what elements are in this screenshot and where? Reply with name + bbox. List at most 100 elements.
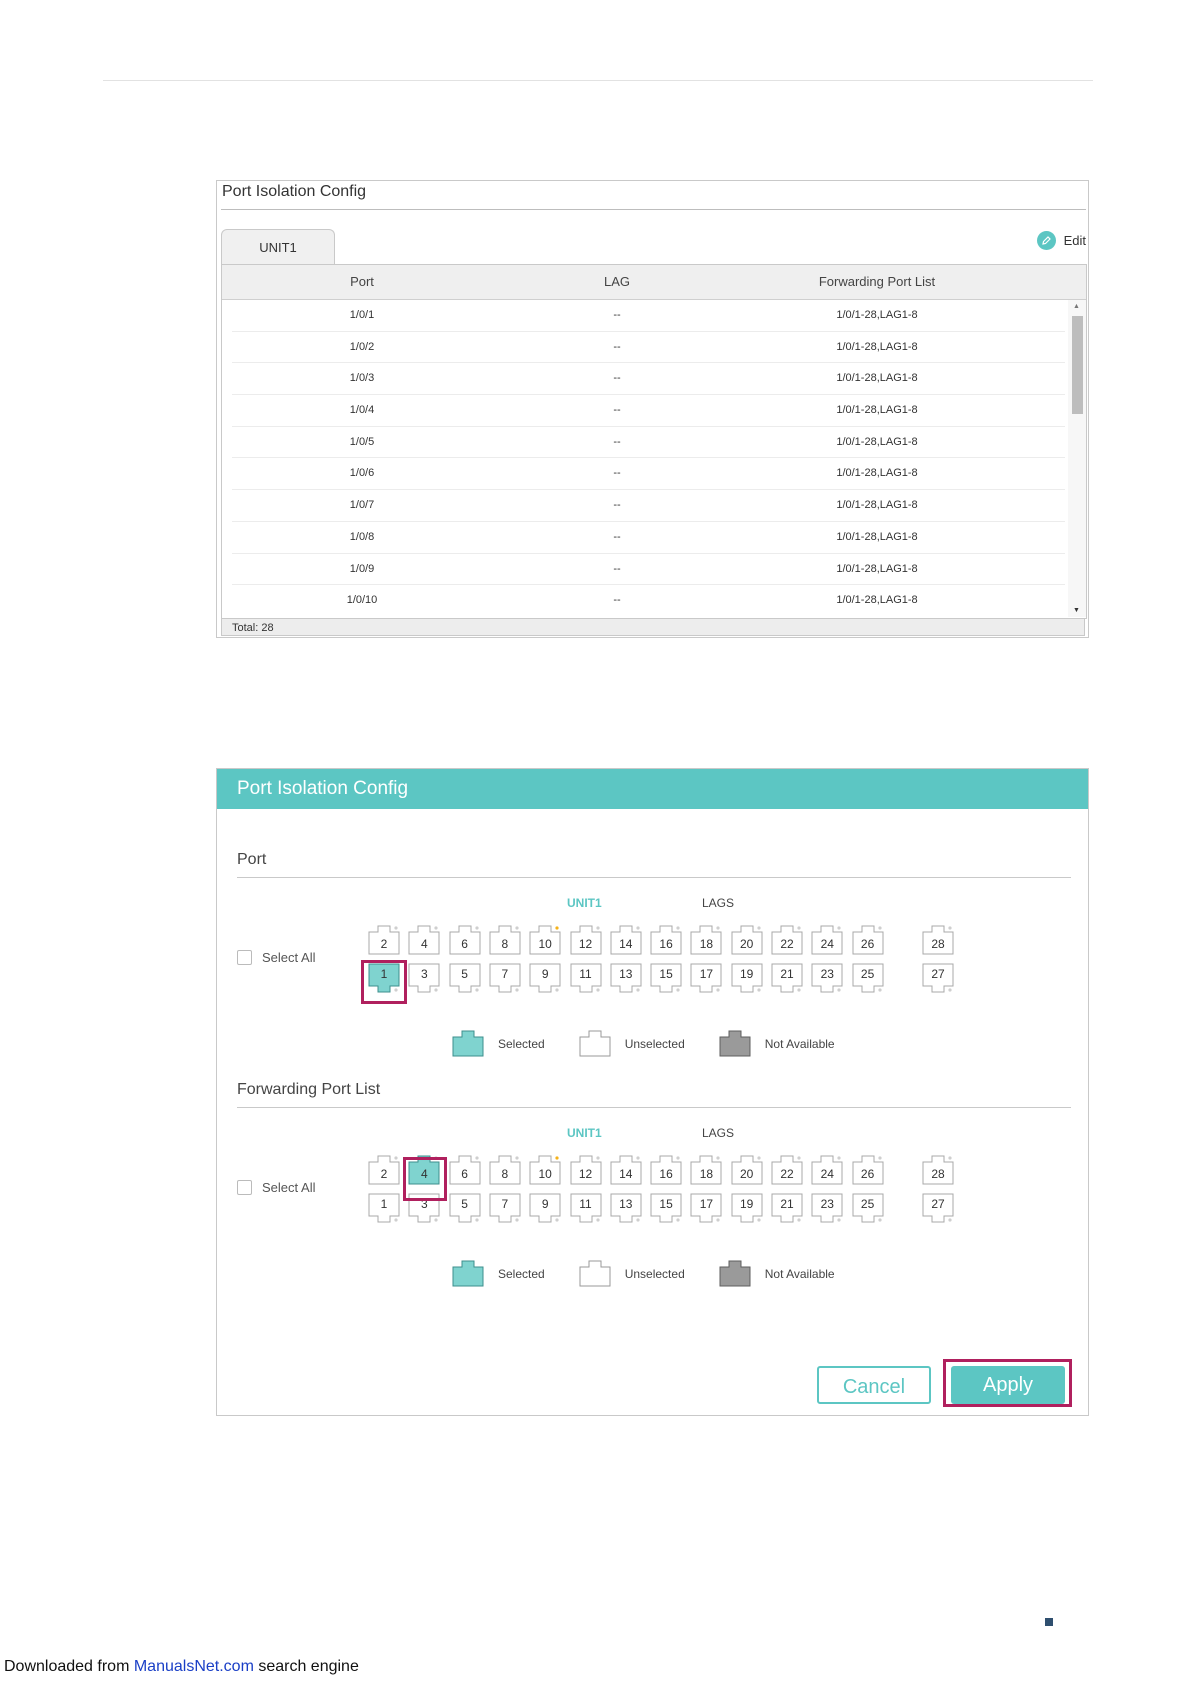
port-21[interactable]: 21 bbox=[771, 963, 803, 995]
port-7[interactable]: 7 bbox=[489, 1193, 521, 1225]
port-6[interactable]: 6 bbox=[449, 925, 481, 957]
port-number: 9 bbox=[541, 967, 549, 981]
port-12[interactable]: 12 bbox=[570, 925, 602, 957]
port-19[interactable]: 19 bbox=[731, 1193, 763, 1225]
port-11[interactable]: 11 bbox=[570, 963, 602, 995]
select-all-checkbox[interactable] bbox=[237, 1180, 252, 1195]
port-25[interactable]: 25 bbox=[852, 963, 884, 995]
table-body: 1/0/1 -- 1/0/1-28,LAG1-8 1/0/2 -- 1/0/1-28,L… bbox=[222, 300, 1065, 616]
port-15[interactable]: 15 bbox=[650, 1193, 682, 1225]
port-13[interactable]: 13 bbox=[610, 963, 642, 995]
port-2[interactable]: 2 bbox=[368, 1155, 400, 1187]
edit-button[interactable]: Edit bbox=[1036, 231, 1086, 250]
table-row[interactable]: 1/0/1 -- 1/0/1-28,LAG1-8 bbox=[232, 300, 1065, 332]
port-27[interactable]: 27 bbox=[922, 963, 954, 995]
port-number: 11 bbox=[579, 967, 592, 981]
port-number: 22 bbox=[780, 937, 794, 951]
port-14[interactable]: 14 bbox=[610, 925, 642, 957]
table-row[interactable]: 1/0/10 -- 1/0/1-28,LAG1-8 bbox=[232, 585, 1065, 616]
port-12[interactable]: 12 bbox=[570, 1155, 602, 1187]
table-row[interactable]: 1/0/2 -- 1/0/1-28,LAG1-8 bbox=[232, 332, 1065, 364]
footer: Downloaded from ManualsNet.com search en… bbox=[4, 1658, 359, 1675]
port-25[interactable]: 25 bbox=[852, 1193, 884, 1225]
port-18[interactable]: 18 bbox=[690, 925, 722, 957]
port-28[interactable]: 28 bbox=[922, 925, 954, 957]
port-number: 12 bbox=[578, 1167, 593, 1181]
select-all-checkbox[interactable] bbox=[237, 950, 252, 965]
port-number: 1 bbox=[380, 1197, 388, 1211]
port-1[interactable]: 1 bbox=[368, 1193, 400, 1225]
port-13[interactable]: 13 bbox=[610, 1193, 642, 1225]
port-number: 6 bbox=[461, 937, 468, 951]
table-scrollbar[interactable]: ▲ ▼ bbox=[1068, 300, 1086, 617]
port-select-all[interactable]: Select All bbox=[237, 950, 315, 965]
port-number: 23 bbox=[820, 967, 834, 981]
port-number: 16 bbox=[659, 937, 673, 951]
port-14[interactable]: 14 bbox=[610, 1155, 642, 1187]
port-8[interactable]: 8 bbox=[489, 1155, 521, 1187]
port-10[interactable]: 10 bbox=[529, 925, 561, 957]
port-number: 25 bbox=[860, 967, 875, 981]
port-22[interactable]: 22 bbox=[771, 925, 803, 957]
col-lag[interactable]: LAG bbox=[492, 265, 742, 299]
port-3[interactable]: 3 bbox=[408, 963, 440, 995]
scroll-up-icon[interactable]: ▲ bbox=[1073, 303, 1080, 310]
port-17[interactable]: 17 bbox=[690, 963, 722, 995]
table-row[interactable]: 1/0/3 -- 1/0/1-28,LAG1-8 bbox=[232, 363, 1065, 396]
forwarding-select-all[interactable]: Select All bbox=[237, 1180, 315, 1195]
port-9[interactable]: 9 bbox=[529, 963, 561, 995]
port-24[interactable]: 24 bbox=[811, 1155, 843, 1187]
table-row[interactable]: 1/0/5 -- 1/0/1-28,LAG1-8 bbox=[232, 427, 1065, 459]
table-row[interactable]: 1/0/9 -- 1/0/1-28,LAG1-8 bbox=[232, 554, 1065, 586]
table-row[interactable]: 1/0/4 -- 1/0/1-28,LAG1-8 bbox=[232, 395, 1065, 427]
port-21[interactable]: 21 bbox=[771, 1193, 803, 1225]
port-10[interactable]: 10 bbox=[529, 1155, 561, 1187]
manualsnet-link[interactable]: ManualsNet.com bbox=[134, 1658, 254, 1675]
table-row[interactable]: 1/0/6 -- 1/0/1-28,LAG1-8 bbox=[232, 458, 1065, 491]
port-number: 26 bbox=[860, 937, 875, 951]
port-20[interactable]: 20 bbox=[731, 925, 763, 957]
col-port[interactable]: Port bbox=[232, 265, 492, 299]
port-7[interactable]: 7 bbox=[489, 963, 521, 995]
port-5[interactable]: 5 bbox=[449, 963, 481, 995]
port-5[interactable]: 5 bbox=[449, 1193, 481, 1225]
port-9[interactable]: 9 bbox=[529, 1193, 561, 1225]
port-number: 13 bbox=[619, 967, 633, 981]
port-24[interactable]: 24 bbox=[811, 925, 843, 957]
port-16[interactable]: 16 bbox=[650, 925, 682, 957]
selected-port-icon bbox=[452, 1027, 484, 1060]
scroll-down-icon[interactable]: ▼ bbox=[1073, 607, 1080, 614]
table-row[interactable]: 1/0/8 -- 1/0/1-28,LAG1-8 bbox=[232, 522, 1065, 554]
port-15[interactable]: 15 bbox=[650, 963, 682, 995]
port-26[interactable]: 26 bbox=[852, 1155, 884, 1187]
port-number: 21 bbox=[780, 967, 794, 981]
port-17[interactable]: 17 bbox=[690, 1193, 722, 1225]
port-number: 2 bbox=[380, 1167, 388, 1181]
port-number: 18 bbox=[699, 1167, 714, 1181]
port-18[interactable]: 18 bbox=[690, 1155, 722, 1187]
port-isolation-config-panel: Port Isolation Config Port UNIT1 LAGS Se… bbox=[216, 768, 1089, 1416]
port-number: 20 bbox=[740, 1167, 754, 1181]
scrollbar-thumb[interactable] bbox=[1072, 316, 1083, 414]
port-number: 28 bbox=[931, 937, 945, 951]
port-20[interactable]: 20 bbox=[731, 1155, 763, 1187]
tab-unit1[interactable]: UNIT1 bbox=[221, 229, 335, 266]
port-19[interactable]: 19 bbox=[731, 963, 763, 995]
port-2[interactable]: 2 bbox=[368, 925, 400, 957]
title-divider bbox=[221, 209, 1086, 210]
port-23[interactable]: 23 bbox=[811, 963, 843, 995]
cancel-button[interactable]: Cancel bbox=[817, 1366, 931, 1404]
port-22[interactable]: 22 bbox=[771, 1155, 803, 1187]
port-6[interactable]: 6 bbox=[449, 1155, 481, 1187]
col-forwarding-port-list[interactable]: Forwarding Port List bbox=[742, 265, 1012, 299]
unit1-label: UNIT1 bbox=[567, 1126, 602, 1140]
port-28[interactable]: 28 bbox=[922, 1155, 954, 1187]
port-26[interactable]: 26 bbox=[852, 925, 884, 957]
port-11[interactable]: 11 bbox=[570, 1193, 602, 1225]
port-8[interactable]: 8 bbox=[489, 925, 521, 957]
port-23[interactable]: 23 bbox=[811, 1193, 843, 1225]
table-row[interactable]: 1/0/7 -- 1/0/1-28,LAG1-8 bbox=[232, 490, 1065, 522]
port-4[interactable]: 4 bbox=[408, 925, 440, 957]
port-27[interactable]: 27 bbox=[922, 1193, 954, 1225]
port-16[interactable]: 16 bbox=[650, 1155, 682, 1187]
